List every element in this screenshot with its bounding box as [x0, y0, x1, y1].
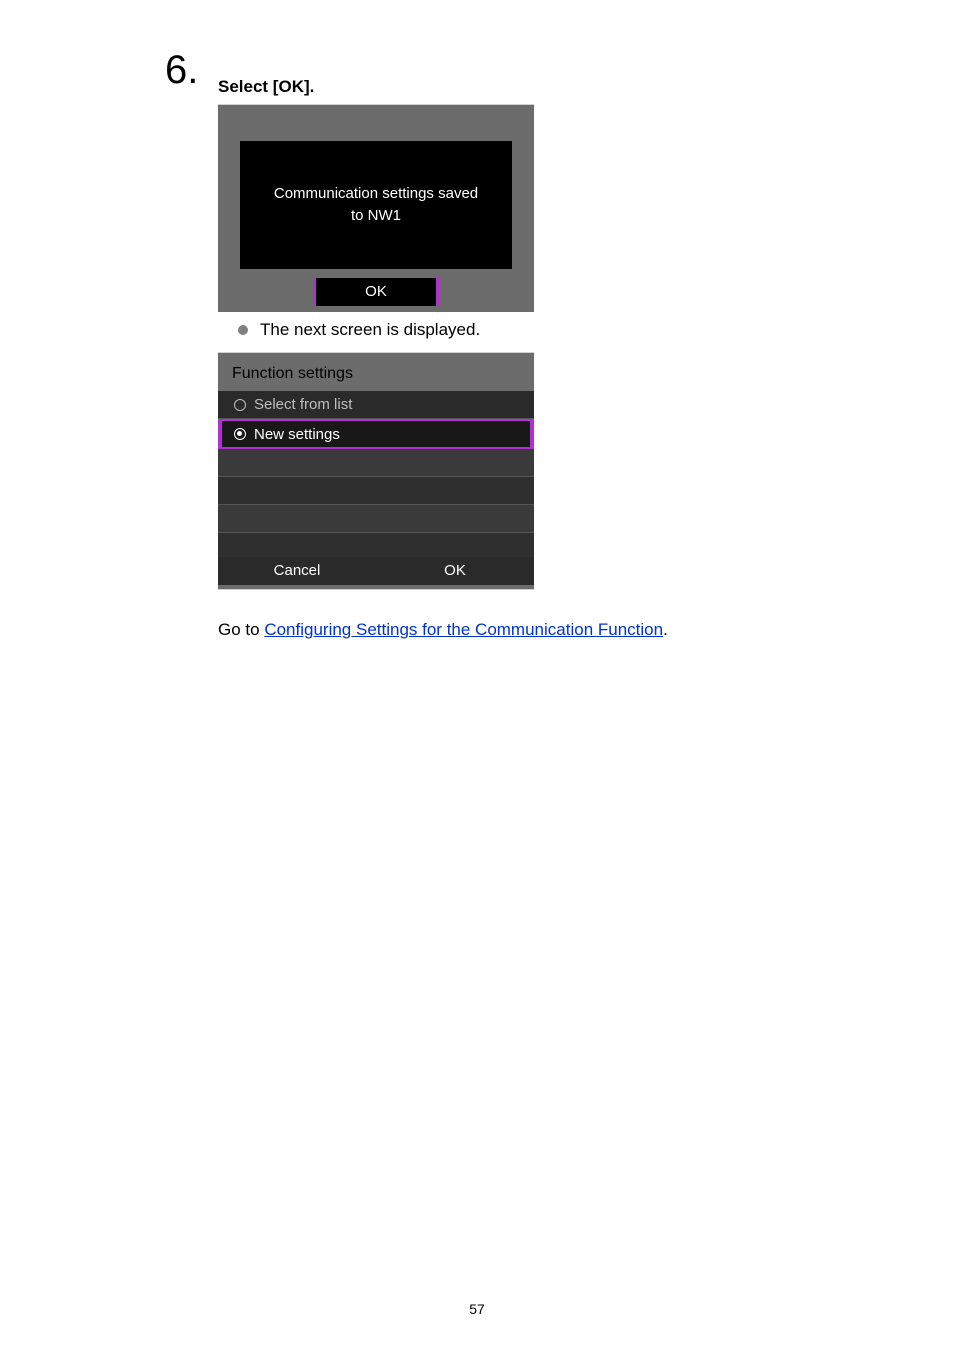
- radio-unselected-icon: [234, 399, 246, 411]
- menu-button-row: Cancel OK: [218, 557, 534, 585]
- menu-item-empty: [218, 505, 534, 533]
- ok-button[interactable]: OK: [313, 278, 439, 306]
- note-text: The next screen is displayed.: [260, 320, 480, 340]
- dialog-message: Communication settings saved to NW1: [240, 141, 512, 269]
- screenshot-function-settings: Function settings Select from list New s…: [218, 352, 534, 590]
- goto-line: Go to Configuring Settings for the Commu…: [218, 620, 668, 640]
- menu-item-empty: [218, 449, 534, 477]
- dialog-ok-row: OK: [218, 278, 534, 306]
- dialog-line1: Communication settings saved: [240, 183, 512, 206]
- note-row: The next screen is displayed.: [238, 320, 480, 340]
- bullet-icon: [238, 325, 248, 335]
- menu-list: Select from list New settings: [218, 391, 534, 561]
- menu-item-new-settings[interactable]: New settings: [218, 419, 534, 449]
- menu-item-label: New settings: [254, 426, 340, 443]
- cancel-button[interactable]: Cancel: [218, 557, 376, 585]
- menu-title: Function settings: [232, 365, 353, 383]
- menu-item-label: Select from list: [254, 396, 352, 413]
- goto-link[interactable]: Configuring Settings for the Communicati…: [264, 620, 663, 639]
- goto-suffix: .: [663, 620, 668, 639]
- goto-prefix: Go to: [218, 620, 264, 639]
- dialog-line2: to NW1: [240, 205, 512, 228]
- screenshot-comm-saved: Communication settings saved to NW1 OK: [218, 104, 534, 312]
- manual-page: 6. Select [OK]. Communication settings s…: [0, 0, 954, 1345]
- menu-item-select-from-list[interactable]: Select from list: [218, 391, 534, 419]
- menu-item-empty: [218, 477, 534, 505]
- step-title: Select [OK].: [218, 77, 314, 97]
- radio-selected-icon: [234, 428, 246, 440]
- page-number: 57: [0, 1301, 954, 1317]
- step-number: 6.: [165, 48, 198, 93]
- ok-button[interactable]: OK: [376, 557, 534, 585]
